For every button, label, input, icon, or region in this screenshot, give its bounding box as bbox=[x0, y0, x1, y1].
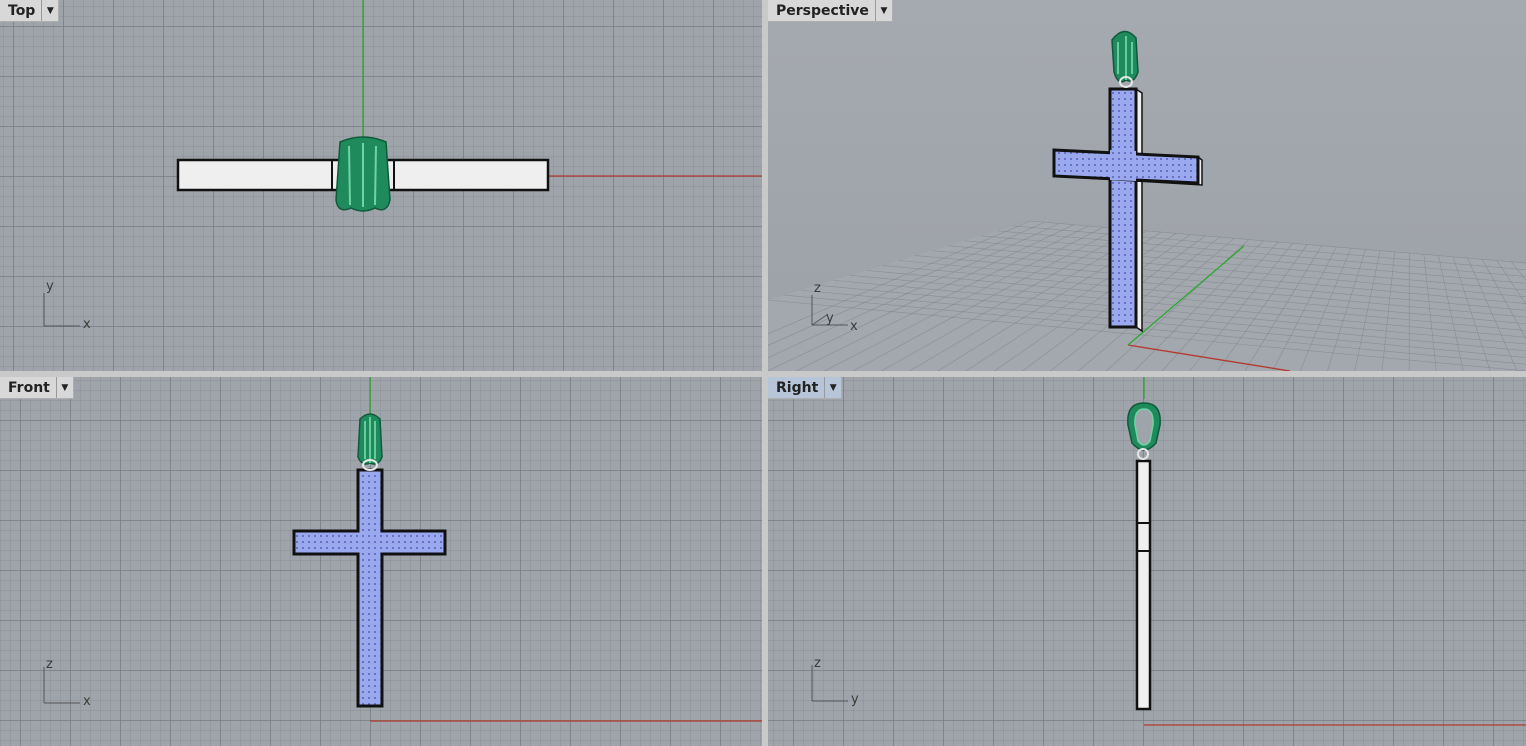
viewport-perspective[interactable]: z y x Perspective ▼ bbox=[768, 0, 1526, 371]
viewport-right[interactable]: z y Right ▼ bbox=[768, 377, 1526, 746]
cross-pendant-front[interactable] bbox=[292, 468, 447, 708]
axis-indicator-top bbox=[43, 293, 80, 327]
front-view-canvas: z x bbox=[43, 377, 762, 722]
axis-label-y: y bbox=[826, 311, 834, 326]
viewport-title: Right bbox=[776, 380, 819, 396]
bail-perspective[interactable] bbox=[1111, 30, 1139, 88]
axis-label-x: x bbox=[83, 317, 91, 332]
axis-label-z: z bbox=[46, 657, 53, 672]
axis-label-z: z bbox=[814, 656, 821, 671]
axis-label-x: x bbox=[850, 319, 858, 334]
perspective-view-canvas: z y x bbox=[768, 30, 1526, 371]
viewport-title: Perspective bbox=[776, 3, 869, 19]
axis-label-y: y bbox=[46, 279, 54, 294]
viewport-title: Front bbox=[8, 380, 50, 396]
viewport-tab-top[interactable]: Top ▼ bbox=[0, 0, 60, 22]
viewport-front[interactable]: z x Front ▼ bbox=[0, 377, 762, 746]
cross-pendant-right[interactable] bbox=[1135, 459, 1152, 711]
chevron-down-icon[interactable]: ▼ bbox=[874, 0, 892, 21]
chevron-down-icon[interactable]: ▼ bbox=[824, 377, 841, 398]
top-view-canvas: y x bbox=[43, 0, 762, 332]
viewport-tab-front[interactable]: Front ▼ bbox=[0, 377, 74, 399]
axis-label-z: z bbox=[814, 281, 821, 296]
chevron-down-icon[interactable]: ▼ bbox=[41, 0, 58, 21]
axis-label-y: y bbox=[851, 692, 859, 707]
bail-right[interactable] bbox=[1127, 402, 1161, 460]
chevron-down-icon[interactable]: ▼ bbox=[55, 377, 73, 398]
bail-front[interactable] bbox=[357, 413, 383, 471]
viewport-top[interactable]: y x Top ▼ bbox=[0, 0, 762, 371]
bail-top[interactable] bbox=[335, 136, 391, 212]
viewport-tab-right[interactable]: Right ▼ bbox=[768, 377, 843, 399]
viewport-tab-perspective[interactable]: Perspective ▼ bbox=[768, 0, 893, 22]
right-view-canvas: z y bbox=[811, 377, 1526, 726]
viewport-title: Top bbox=[8, 3, 36, 19]
axis-label-x: x bbox=[83, 694, 91, 709]
axis-indicator-front bbox=[43, 667, 80, 704]
